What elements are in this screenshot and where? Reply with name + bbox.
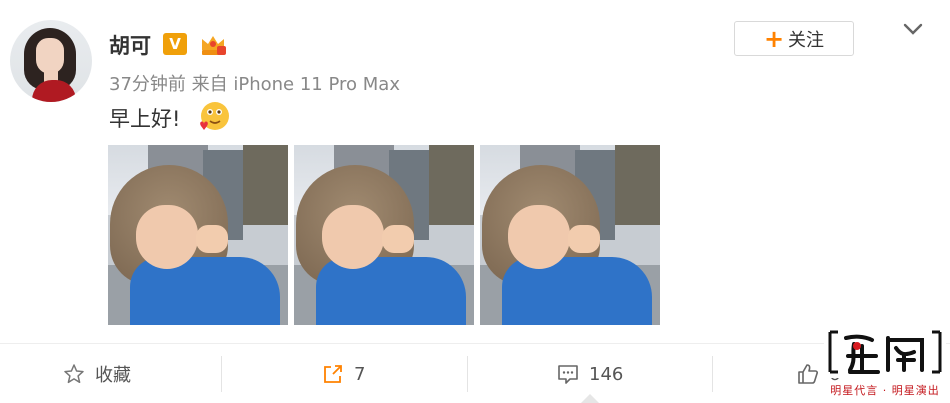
comment-count: 146	[589, 363, 624, 385]
follow-label: 关注	[788, 29, 825, 51]
post-source: iPhone 11 Pro Max	[233, 74, 400, 95]
watermark-logo	[824, 326, 946, 378]
plus-icon: +	[763, 24, 785, 53]
post-text: 早上好!	[109, 107, 181, 131]
smile-emoji-icon	[200, 102, 229, 130]
verified-v-icon: V	[163, 33, 187, 55]
action-bar-divider	[0, 343, 950, 344]
comment-button[interactable]: 146	[557, 360, 623, 388]
comment-icon	[558, 365, 578, 384]
repost-icon	[324, 365, 342, 383]
action-separator	[221, 356, 222, 392]
action-separator	[712, 356, 713, 392]
repost-button[interactable]: 7	[322, 360, 365, 388]
comment-active-pointer	[581, 394, 599, 403]
author-name[interactable]: 胡可	[109, 30, 151, 60]
watermark: 明星代言 · 明星演出	[824, 326, 946, 400]
action-separator	[467, 356, 468, 392]
post-photo[interactable]	[108, 145, 288, 325]
post-time[interactable]: 37分钟前	[109, 74, 186, 95]
watermark-text: 明星代言 · 明星演出	[824, 382, 946, 398]
favorite-button[interactable]: 收藏	[63, 360, 131, 388]
star-icon	[64, 364, 84, 384]
favorite-label: 收藏	[95, 365, 131, 386]
post-photo[interactable]	[294, 145, 474, 325]
like-icon	[798, 364, 818, 384]
avatar[interactable]	[10, 20, 92, 102]
follow-button[interactable]: + 关注	[734, 21, 854, 56]
member-crown-icon[interactable]	[199, 32, 227, 58]
repost-count: 7	[354, 363, 366, 385]
post-photo[interactable]	[480, 145, 660, 325]
post-meta: 37分钟前 来自 iPhone 11 Pro Max	[109, 70, 400, 96]
source-prefix: 来自	[191, 74, 228, 95]
chevron-down-icon[interactable]	[902, 20, 924, 38]
